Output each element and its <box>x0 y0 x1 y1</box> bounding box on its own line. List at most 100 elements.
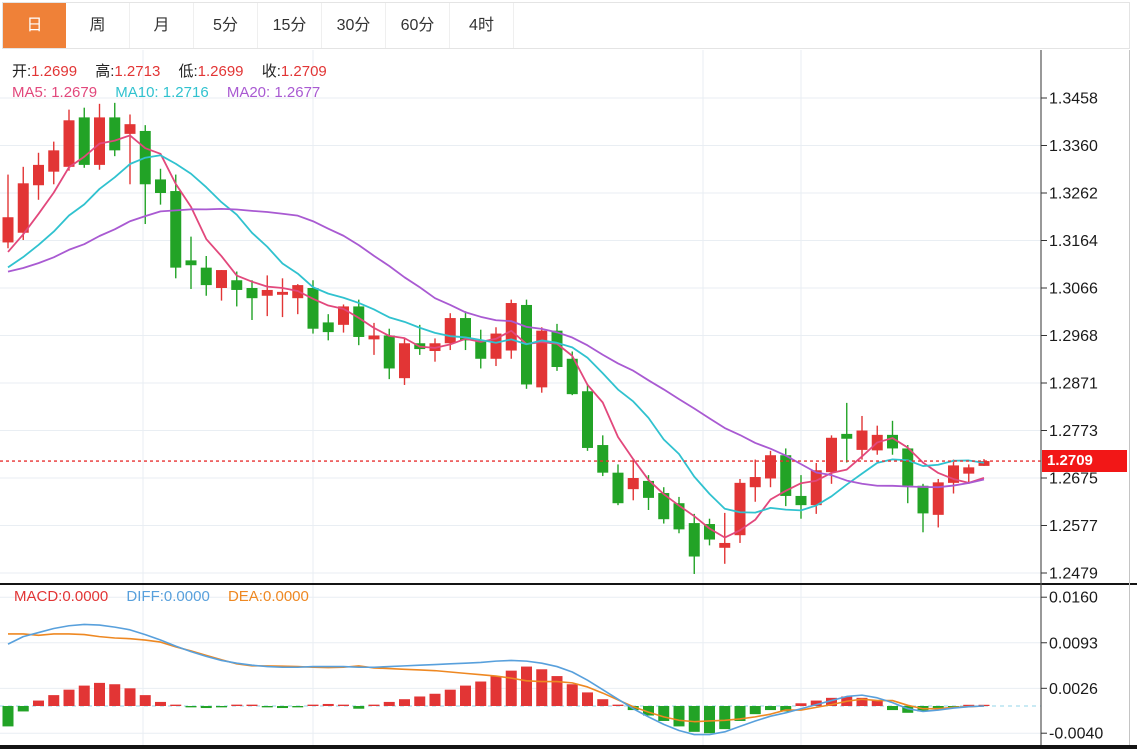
macd-bar <box>567 684 578 706</box>
candle <box>704 519 715 546</box>
y-axis-labels: 1.34581.33601.32621.31641.30661.29681.28… <box>1041 91 1103 743</box>
dea-label: DEA: <box>228 588 263 605</box>
macd-bar <box>262 706 273 707</box>
candle <box>841 403 852 463</box>
candle <box>613 464 624 505</box>
bottom-border <box>0 745 1137 749</box>
macd-bar <box>430 694 441 706</box>
macd-bar <box>552 676 563 706</box>
ma10-value: 1.2716 <box>163 84 209 101</box>
open-value: 1.2699 <box>31 63 77 80</box>
macd-bar <box>704 706 715 733</box>
macd-bar <box>247 705 258 706</box>
candle <box>460 311 471 350</box>
macd-bar <box>140 695 151 706</box>
ma20-label: MA20: <box>227 84 270 101</box>
macd-bar <box>872 701 883 706</box>
macd-value: 0.0000 <box>62 588 108 605</box>
candle <box>399 338 410 385</box>
candle <box>689 514 700 574</box>
macd-bar <box>475 682 486 706</box>
macd-bar <box>277 706 288 708</box>
price-axis-label: 1.3066 <box>1049 281 1098 298</box>
macd-bar <box>658 706 669 721</box>
open-label: 开: <box>12 63 31 80</box>
low-label: 低: <box>178 63 197 80</box>
macd-bar <box>597 699 608 706</box>
tab-timeframe-6[interactable]: 30分 <box>322 3 386 48</box>
macd-bar <box>582 692 593 706</box>
macd-bar <box>765 706 776 710</box>
macd-bar <box>155 702 166 706</box>
candle <box>567 351 578 395</box>
macd-bar <box>460 686 471 706</box>
macd-bar <box>33 701 44 706</box>
macd-bar <box>170 705 181 706</box>
candle <box>64 110 75 171</box>
macd-axis-label: 0.0026 <box>1049 681 1098 698</box>
price-axis-label: 1.2675 <box>1049 471 1098 488</box>
price-axis-label: 1.3360 <box>1049 138 1098 155</box>
macd-bar <box>796 703 807 706</box>
candle <box>140 125 151 224</box>
tab-timeframe-4[interactable]: 5分 <box>194 3 258 48</box>
macd-bar <box>3 706 14 726</box>
macd-bar <box>414 696 425 706</box>
candle <box>796 475 807 519</box>
candle <box>48 142 59 185</box>
price-axis-label: 1.3262 <box>1049 186 1098 203</box>
tab-timeframe-1[interactable]: 日 <box>3 3 66 48</box>
diff-value: 0.0000 <box>164 588 210 605</box>
candle <box>658 487 669 523</box>
candle <box>750 460 761 502</box>
macd-bar <box>399 699 410 706</box>
macd-bar <box>125 688 136 706</box>
macd-bar <box>689 706 700 732</box>
candle <box>277 278 288 317</box>
tab-timeframe-2[interactable]: 周 <box>66 3 130 48</box>
macd-bar <box>674 706 685 726</box>
tab-timeframe-3[interactable]: 月 <box>130 3 194 48</box>
candle <box>353 300 364 346</box>
candle <box>262 275 273 316</box>
ohlc-legend: 开:1.2699 高:1.2713 低:1.2699 收:1.2709 <box>12 60 341 81</box>
macd-bar <box>750 706 761 714</box>
candle <box>948 460 959 494</box>
macd-bar <box>18 706 29 711</box>
candle <box>186 237 197 289</box>
macd-bar <box>94 683 105 706</box>
macd-bar <box>79 686 90 706</box>
macd-axis-label: 0.0160 <box>1049 590 1098 607</box>
price-axis-label: 1.2479 <box>1049 566 1098 583</box>
candle <box>902 445 913 503</box>
tab-timeframe-8[interactable]: 4时 <box>450 3 514 48</box>
macd-bar <box>353 706 364 709</box>
macd-bar <box>201 706 212 708</box>
candle <box>536 327 547 392</box>
dea-value: 0.0000 <box>263 588 309 605</box>
close-label: 收: <box>262 63 281 80</box>
macd-bar <box>308 705 319 706</box>
candle <box>323 314 334 340</box>
candle <box>292 284 303 314</box>
candle <box>94 104 105 170</box>
macd-bar <box>521 667 532 706</box>
low-value: 1.2699 <box>198 63 244 80</box>
macd-bar <box>186 706 197 707</box>
chart-canvas: 1.34581.33601.32621.31641.30661.29681.28… <box>0 0 1137 749</box>
macd-bar <box>445 690 456 706</box>
ma5-value: 1.2679 <box>51 84 97 101</box>
price-axis-label: 1.3458 <box>1049 91 1098 108</box>
price-axis-label: 1.2577 <box>1049 518 1098 535</box>
diff-label: DIFF: <box>126 588 164 605</box>
macd-bar <box>292 706 303 707</box>
macd-bar <box>613 705 624 706</box>
close-value: 1.2709 <box>281 63 327 80</box>
ma10-label: MA10: <box>115 84 158 101</box>
tab-timeframe-7[interactable]: 60分 <box>386 3 450 48</box>
timeframe-tabbar: 日周月5分15分30分60分4时 <box>2 2 1130 49</box>
candle <box>765 451 776 487</box>
macd-label: MACD: <box>14 588 62 605</box>
candle <box>597 435 608 476</box>
tab-timeframe-5[interactable]: 15分 <box>258 3 322 48</box>
